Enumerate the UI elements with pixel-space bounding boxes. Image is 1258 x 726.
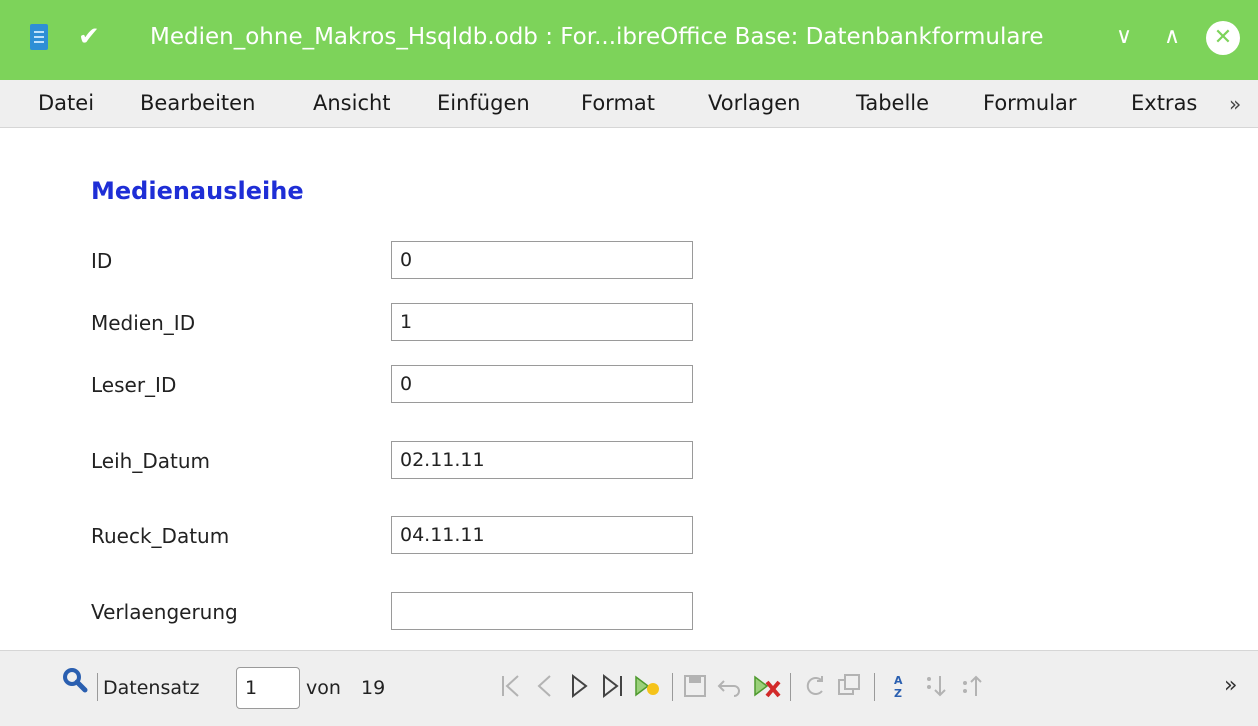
undo-icon[interactable] [714,671,744,701]
svg-text:A: A [894,674,903,687]
of-label: von [306,677,341,699]
last-record-icon[interactable] [598,671,628,701]
toolbar-separator [874,673,875,701]
record-label: Datensatz [103,677,200,699]
menu-vorlagen[interactable]: Vorlagen [708,88,800,118]
window-title: Medien_ohne_Makros_Hsqldb.odb : For...ib… [150,24,1044,50]
field-label-leih-datum: Leih_Datum [91,449,210,473]
menu-einfuegen[interactable]: Einfügen [437,88,530,118]
sort-icon[interactable]: A Z [884,671,914,701]
menu-tabelle[interactable]: Tabelle [856,88,929,118]
refresh-icon[interactable] [800,671,830,701]
refresh-control-icon[interactable] [834,671,864,701]
record-count: 19 [361,677,386,699]
field-label-medien-id: Medien_ID [91,311,196,335]
medien-id-field[interactable] [391,303,693,341]
document-icon [30,24,48,50]
sort-ascending-icon[interactable] [922,671,952,701]
previous-record-icon[interactable] [530,671,560,701]
next-record-icon[interactable] [564,671,594,701]
menu-overflow-button[interactable]: » [1229,92,1241,116]
delete-record-icon[interactable] [752,671,782,701]
menu-ansicht[interactable]: Ansicht [313,88,391,118]
new-record-icon[interactable] [632,671,662,701]
field-label-rueck-datum: Rueck_Datum [91,524,230,548]
field-label-leser-id: Leser_ID [91,373,177,397]
rueck-datum-field[interactable] [391,516,693,554]
toolbar-separator [672,673,673,701]
record-number-input[interactable] [236,667,300,709]
toolbar-separator [790,673,791,701]
id-field[interactable] [391,241,693,279]
maximize-button[interactable]: ∧ [1164,20,1180,54]
save-record-icon[interactable] [680,671,710,701]
sort-descending-icon[interactable] [958,671,988,701]
field-label-verlaengerung: Verlaengerung [91,600,238,624]
menu-bearbeiten[interactable]: Bearbeiten [140,88,255,118]
menu-extras[interactable]: Extras [1131,88,1197,118]
record-navigation-bar: Datensatz von 19 A Z [0,650,1258,726]
minimize-button[interactable]: ∨ [1116,20,1132,54]
field-label-id: ID [91,249,113,273]
close-button[interactable]: ✕ [1206,21,1240,55]
menu-datei[interactable]: Datei [38,88,94,118]
first-record-icon[interactable] [496,671,526,701]
leser-id-field[interactable] [391,365,693,403]
verlaengerung-field[interactable] [391,592,693,630]
menubar: Datei Bearbeiten Ansicht Einfügen Format… [0,80,1258,128]
search-icon[interactable] [62,667,88,693]
menu-format[interactable]: Format [581,88,655,118]
form-title: Medienausleihe [91,177,304,205]
form-area: Medienausleihe ID Medien_ID Leser_ID Lei… [0,128,1258,650]
pin-icon[interactable]: ✔ [78,22,100,52]
toolbar-overflow-button[interactable]: » [1224,673,1237,698]
window-titlebar: ✔ Medien_ohne_Makros_Hsqldb.odb : For...… [0,0,1258,80]
toolbar-separator [97,673,98,701]
menu-formular[interactable]: Formular [983,88,1077,118]
svg-text:Z: Z [894,687,902,700]
leih-datum-field[interactable] [391,441,693,479]
